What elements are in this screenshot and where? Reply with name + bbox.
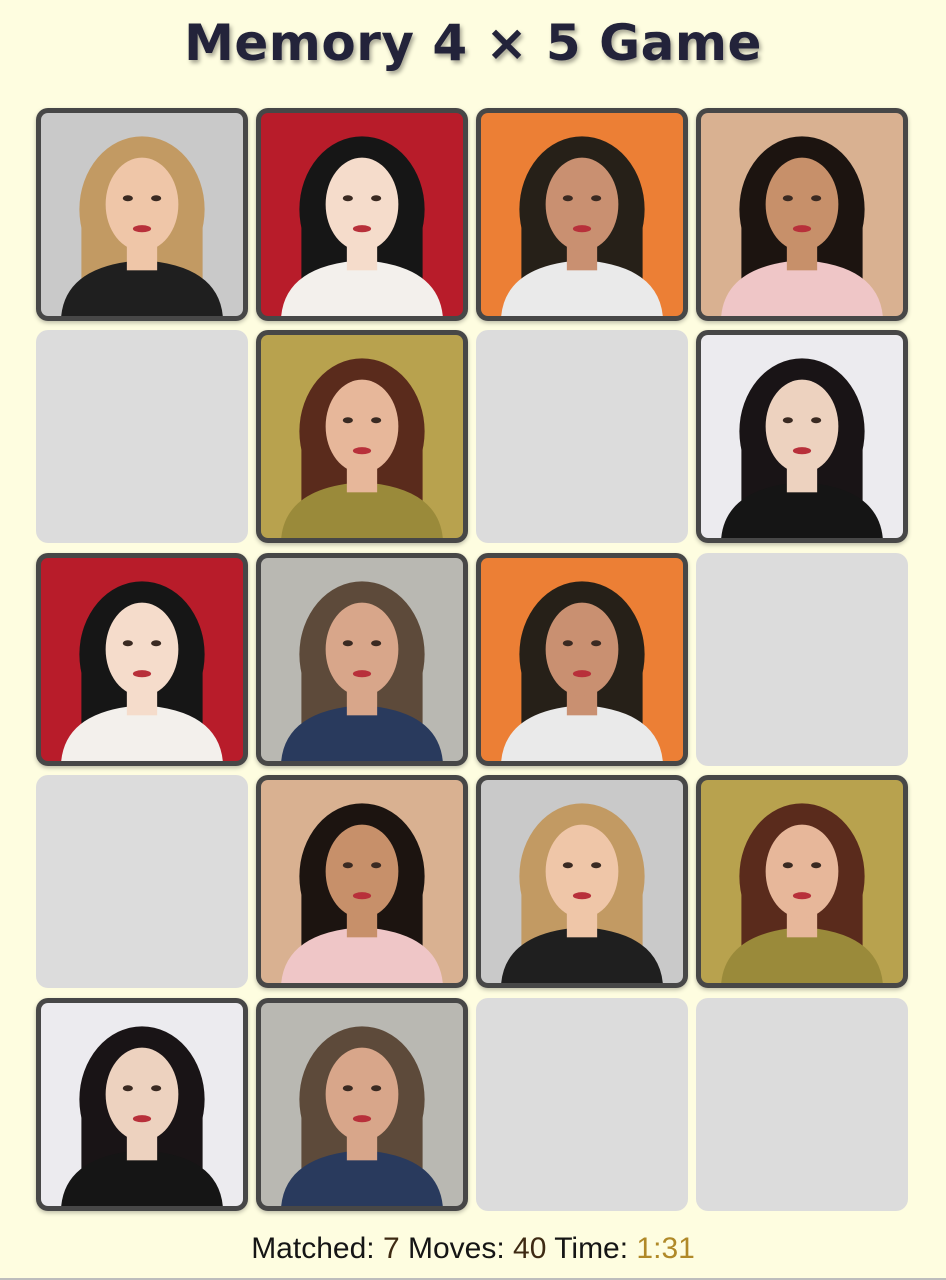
memory-card-r2-c4[interactable] [696,330,908,543]
elapsed-time: 1:31 [636,1232,695,1265]
blonde-woman-portrait-photo [481,780,683,983]
memory-card-r4-c3[interactable] [476,775,688,988]
memory-card-r1-c1[interactable] [36,108,248,321]
woman-holding-red-rose-photo [41,1003,243,1206]
memory-card-r2-c1[interactable] [36,330,248,543]
card-grid [36,108,908,1214]
memory-card-r5-c3[interactable] [476,998,688,1211]
woman-curly-hair-sunset-photo [261,780,463,983]
woman-holding-red-rose-photo [701,335,903,538]
matched-count: 7 [382,1232,400,1265]
memory-card-r2-c3[interactable] [476,330,688,543]
memory-card-r5-c4[interactable] [696,998,908,1211]
man-in-suit-outdoors-photo [261,558,463,761]
memory-card-r1-c2[interactable] [256,108,468,321]
matched-label: Matched: [251,1232,375,1265]
memory-card-r2-c2[interactable] [256,330,468,543]
woman-in-grass-field-photo [701,780,903,983]
woman-in-grass-field-photo [261,335,463,538]
man-in-suit-outdoors-photo [261,1003,463,1206]
memory-card-r4-c4[interactable] [696,775,908,988]
memory-card-r5-c2[interactable] [256,998,468,1211]
memory-card-r3-c1[interactable] [36,553,248,766]
moves-label: Moves: [407,1232,505,1265]
dark-hair-woman-red-backdrop-photo [261,113,463,316]
game-title: Memory 4 × 5 Game [184,14,762,72]
man-orange-backdrop-photo [481,558,683,761]
memory-card-r3-c2[interactable] [256,553,468,766]
memory-card-r5-c1[interactable] [36,998,248,1211]
man-orange-backdrop-photo [481,113,683,316]
status-bar: Matched: 7 Moves: 40 Time: 1:31 [0,1232,946,1266]
memory-card-r4-c2[interactable] [256,775,468,988]
memory-card-r3-c3[interactable] [476,553,688,766]
memory-card-r3-c4[interactable] [696,553,908,766]
woman-curly-hair-sunset-photo [701,113,903,316]
blonde-woman-portrait-photo [41,113,243,316]
memory-card-r1-c4[interactable] [696,108,908,321]
time-label: Time: [554,1232,629,1265]
dark-hair-woman-red-backdrop-photo [41,558,243,761]
moves-count: 40 [513,1232,547,1265]
memory-card-r4-c1[interactable] [36,775,248,988]
memory-card-r1-c3[interactable] [476,108,688,321]
